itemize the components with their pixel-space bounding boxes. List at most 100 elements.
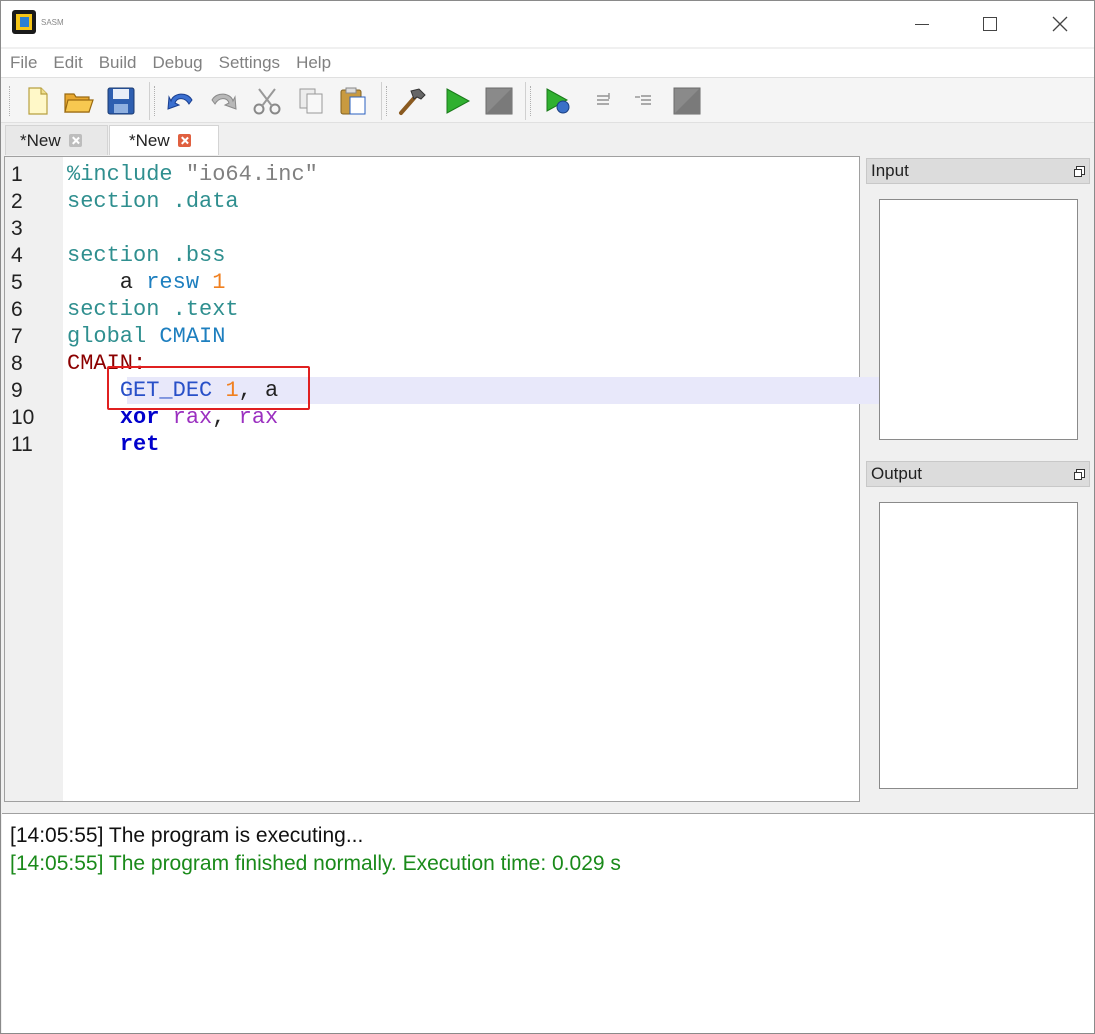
code-line[interactable]: 11 ret	[5, 431, 859, 458]
tab-close-icon[interactable]	[68, 134, 82, 147]
debug-icon[interactable]	[543, 85, 575, 117]
toolbar-separator	[381, 82, 382, 120]
maximize-icon	[983, 17, 997, 31]
code-text: section .data	[67, 188, 239, 215]
menu-file[interactable]: File	[10, 53, 37, 73]
step-into-icon[interactable]	[629, 85, 661, 117]
code-token: "io64.inc"	[185, 162, 318, 187]
code-line[interactable]: 2 section .data	[5, 188, 859, 215]
log-line-success: [14:05:55] The program finished normally…	[10, 852, 621, 875]
close-button[interactable]	[1037, 1, 1083, 47]
output-panel-header: Output	[866, 461, 1090, 487]
float-panel-icon[interactable]	[1074, 166, 1085, 177]
input-panel-title: Input	[871, 161, 909, 180]
code-text: section .text	[67, 296, 239, 323]
menu-build[interactable]: Build	[99, 53, 137, 73]
build-log: [14:05:55] The program is executing... […	[2, 813, 1094, 1033]
title-bar: SASM	[1, 1, 1094, 47]
tab-label: *New	[129, 130, 170, 150]
code-line[interactable]: 4 section .bss	[5, 242, 859, 269]
copy-icon[interactable]	[295, 85, 327, 117]
tab-bar: *New *New	[1, 123, 1094, 155]
tab-new-2[interactable]: *New	[109, 125, 219, 155]
code-text: section .bss	[67, 242, 225, 269]
code-token: a	[67, 270, 147, 295]
line-number: 10	[11, 406, 35, 429]
line-number: 4	[11, 244, 23, 267]
redo-icon[interactable]	[207, 85, 239, 117]
code-text: global CMAIN	[67, 323, 225, 350]
code-text: a resw 1	[67, 269, 226, 296]
log-line: [14:05:55] The program is executing...	[10, 824, 364, 847]
step-over-icon[interactable]	[587, 85, 619, 117]
float-panel-icon[interactable]	[1074, 469, 1085, 480]
stop-icon[interactable]	[483, 85, 515, 117]
code-token: section .text	[67, 297, 239, 322]
code-editor[interactable]: 1 %include "io64.inc" 2 section .data 3 4 sect…	[4, 156, 919, 802]
code-text: ret	[67, 431, 160, 458]
line-number: 6	[11, 298, 23, 321]
input-textbox[interactable]	[879, 199, 1078, 440]
annotation-highlight-box	[107, 366, 310, 410]
code-line[interactable]: 5 a resw 1	[5, 269, 859, 296]
line-number: 11	[11, 433, 33, 456]
line-number: 2	[11, 190, 23, 213]
toolbar-grip	[386, 86, 388, 116]
line-number: 8	[11, 352, 23, 375]
close-icon	[1052, 16, 1068, 32]
code-token: section .data	[67, 189, 239, 214]
toolbar	[1, 77, 1094, 123]
minimize-icon	[915, 23, 929, 25]
input-panel-header: Input	[866, 158, 1090, 184]
line-number: 9	[11, 379, 23, 402]
window-title: SASM	[41, 18, 64, 27]
tab-new-1[interactable]: *New	[5, 125, 108, 155]
menu-settings[interactable]: Settings	[219, 53, 280, 73]
sasm-window: SASM File Edit Build Debug Settings Help	[0, 0, 1095, 1034]
code-token: section .bss	[67, 243, 226, 268]
code-token: 1	[212, 270, 226, 295]
sasm-app-icon	[12, 10, 36, 34]
paste-icon[interactable]	[337, 85, 369, 117]
code-token: %include	[67, 162, 186, 187]
maximize-button[interactable]	[967, 1, 1013, 47]
toolbar-grip	[154, 86, 156, 116]
save-icon[interactable]	[105, 85, 137, 117]
menu-help[interactable]: Help	[296, 53, 331, 73]
code-token: ret	[119, 432, 160, 457]
open-folder-icon[interactable]	[63, 85, 95, 117]
debug-stop-icon[interactable]	[671, 85, 703, 117]
code-token: CMAIN	[159, 324, 226, 349]
new-file-icon[interactable]	[21, 85, 53, 117]
toolbar-separator	[149, 82, 150, 120]
code-line[interactable]: 3	[5, 215, 859, 242]
code-lines: 1 %include "io64.inc" 2 section .data 3 4 sect…	[5, 161, 919, 458]
line-number: 7	[11, 325, 23, 348]
tab-close-icon[interactable]	[177, 134, 191, 147]
output-panel-title: Output	[871, 464, 923, 483]
menu-debug[interactable]: Debug	[153, 53, 203, 73]
minimize-button[interactable]	[899, 1, 945, 47]
line-number: 3	[11, 217, 23, 240]
toolbar-grip	[9, 86, 11, 116]
code-text: %include "io64.inc"	[67, 161, 318, 188]
run-icon[interactable]	[441, 85, 473, 117]
tab-label: *New	[20, 130, 61, 150]
undo-icon[interactable]	[165, 85, 197, 117]
menu-edit[interactable]: Edit	[53, 53, 82, 73]
cut-icon[interactable]	[251, 85, 283, 117]
output-textbox	[879, 502, 1078, 789]
toolbar-grip	[530, 86, 532, 116]
line-number: 5	[11, 271, 23, 294]
code-line[interactable]: 7 global CMAIN	[5, 323, 859, 350]
code-line[interactable]: 1 %include "io64.inc"	[5, 161, 859, 188]
toolbar-separator	[525, 82, 526, 120]
build-hammer-icon[interactable]	[397, 85, 429, 117]
code-line[interactable]: 6 section .text	[5, 296, 859, 323]
code-token: global	[67, 324, 160, 349]
code-token: resw	[146, 270, 200, 295]
menu-bar: File Edit Build Debug Settings Help	[1, 49, 1094, 77]
line-number: 1	[11, 163, 23, 186]
